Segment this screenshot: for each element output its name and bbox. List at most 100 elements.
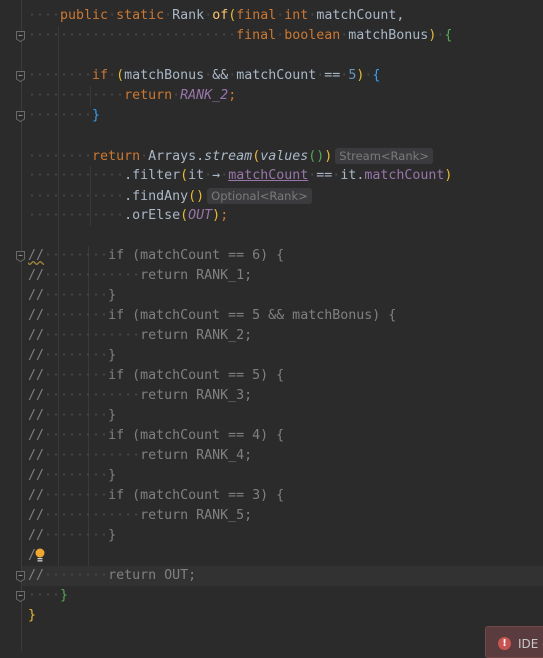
code-token: Arrays. [148, 149, 205, 164]
code-line[interactable]: //········if (matchCount == 3) { [28, 486, 543, 506]
code-token: return RANK_4; [140, 448, 253, 463]
code-line[interactable]: //········} [28, 286, 543, 306]
code-token: // [28, 448, 45, 463]
code-token: // [28, 408, 45, 423]
code-line[interactable]: //············return RANK_3; [28, 386, 543, 406]
code-token: static [116, 8, 165, 23]
code-token: && [212, 68, 229, 83]
code-token: public [60, 8, 109, 23]
whitespace: · [172, 88, 181, 103]
code-line[interactable]: ············.findAny() Optional<Rank> [28, 186, 543, 206]
code-line[interactable] [28, 46, 543, 66]
inlay-type-hint: Optional<Rank> [207, 188, 312, 204]
code-token: ; [220, 208, 229, 223]
whitespace: ········ [44, 368, 109, 383]
fold-marker-icon[interactable] [16, 591, 25, 602]
whitespace: ········ [44, 248, 109, 263]
whitespace: ········ [44, 308, 109, 323]
code-line[interactable]: //············return RANK_5; [28, 506, 543, 526]
code-editor[interactable]: ····public·static·Rank·of(final·int·matc… [22, 6, 543, 626]
code-line[interactable]: //········return OUT; [22, 566, 543, 586]
whitespace: ············ [28, 168, 125, 183]
code-token: // [28, 528, 45, 543]
whitespace: ············ [44, 448, 141, 463]
code-token: // [28, 568, 45, 583]
code-token: ( [180, 168, 189, 183]
code-token: → [212, 168, 221, 183]
code-token: int [284, 8, 309, 23]
code-line[interactable]: //········if (matchCount == 5 && matchBo… [28, 306, 543, 326]
code-line[interactable]: ····} [28, 586, 543, 606]
code-token: == [316, 168, 333, 183]
code-token: matchCount [364, 168, 445, 183]
code-line[interactable]: ········if·(matchBonus·&&·matchCount·==·… [28, 66, 543, 86]
code-token: RANK_2 [180, 88, 229, 103]
code-token: .orElse [124, 208, 181, 223]
whitespace: · [108, 68, 117, 83]
code-line[interactable]: ············.orElse(OUT); [28, 206, 543, 226]
lightbulb-icon[interactable] [35, 548, 45, 562]
whitespace: · [276, 28, 285, 43]
whitespace: ···· [28, 8, 61, 23]
code-token: // [28, 348, 45, 363]
code-line[interactable]: ············.filter(it·→·matchCount·==·i… [28, 166, 543, 186]
whitespace: ············ [44, 268, 141, 283]
whitespace: · [108, 8, 117, 23]
code-token: it. [340, 168, 365, 183]
code-token: // [28, 388, 45, 403]
whitespace: ········ [44, 468, 109, 483]
code-line[interactable]: //········if (matchCount == 5) { [28, 366, 543, 386]
code-token: stream [204, 149, 253, 164]
whitespace: · [204, 68, 213, 83]
code-token: return [92, 149, 141, 164]
code-token: } [108, 528, 117, 543]
code-token: if (matchCount == 5) { [108, 368, 285, 383]
ide-error-notification[interactable]: ! IDE e [485, 626, 543, 658]
code-token: // [28, 468, 45, 483]
code-line[interactable]: ··························final·boolean·… [28, 26, 543, 46]
code-line[interactable]: //············return RANK_2; [28, 326, 543, 346]
code-token: } [92, 108, 101, 123]
code-token: return OUT; [108, 568, 197, 583]
code-token: return RANK_1; [140, 268, 253, 283]
code-line[interactable]: //········if (matchCount == 6) { [28, 246, 543, 266]
code-line[interactable]: //········} [28, 406, 543, 426]
code-token: return RANK_5; [140, 508, 253, 523]
code-line[interactable]: //········} [28, 346, 543, 366]
whitespace: ········ [44, 528, 109, 543]
code-line[interactable]: //············return RANK_1; [28, 266, 543, 286]
fold-marker-icon[interactable] [16, 251, 25, 262]
code-line[interactable]: //········} [28, 466, 543, 486]
code-token: ) [212, 208, 221, 223]
fold-marker-icon[interactable] [16, 571, 25, 582]
whitespace: ············ [28, 88, 125, 103]
code-line[interactable]: ············return·RANK_2; [28, 86, 543, 106]
code-line[interactable]: //········} [28, 526, 543, 546]
whitespace: · [220, 168, 229, 183]
code-token: } [108, 288, 117, 303]
code-line[interactable]: ········} [28, 106, 543, 126]
code-line[interactable] [28, 126, 543, 146]
code-line[interactable]: } [28, 606, 543, 626]
whitespace: · [164, 8, 173, 23]
code-token: matchCount [236, 68, 317, 83]
fold-marker-icon[interactable] [16, 71, 25, 82]
code-token: matchBonus [348, 28, 429, 43]
code-line[interactable] [28, 226, 543, 246]
code-line[interactable]: //············return RANK_4; [28, 446, 543, 466]
code-token: return RANK_2; [140, 328, 253, 343]
fold-marker-icon[interactable] [16, 111, 25, 122]
code-token: values [260, 149, 309, 164]
error-icon: ! [498, 637, 511, 650]
whitespace: ············ [44, 328, 141, 343]
code-line[interactable]: ····public·static·Rank·of(final·int·matc… [28, 6, 543, 26]
fold-marker-icon[interactable] [16, 31, 25, 42]
code-token: if (matchCount == 3) { [108, 488, 285, 503]
code-line[interactable]: //········if (matchCount == 4) { [28, 426, 543, 446]
code-line[interactable]: / [28, 546, 543, 566]
code-token: final [236, 28, 277, 43]
code-token: // [28, 368, 45, 383]
notification-text: IDE e [518, 637, 543, 651]
code-line[interactable]: ········return·Arrays.stream(values()) St… [28, 146, 543, 166]
whitespace: · [204, 8, 213, 23]
